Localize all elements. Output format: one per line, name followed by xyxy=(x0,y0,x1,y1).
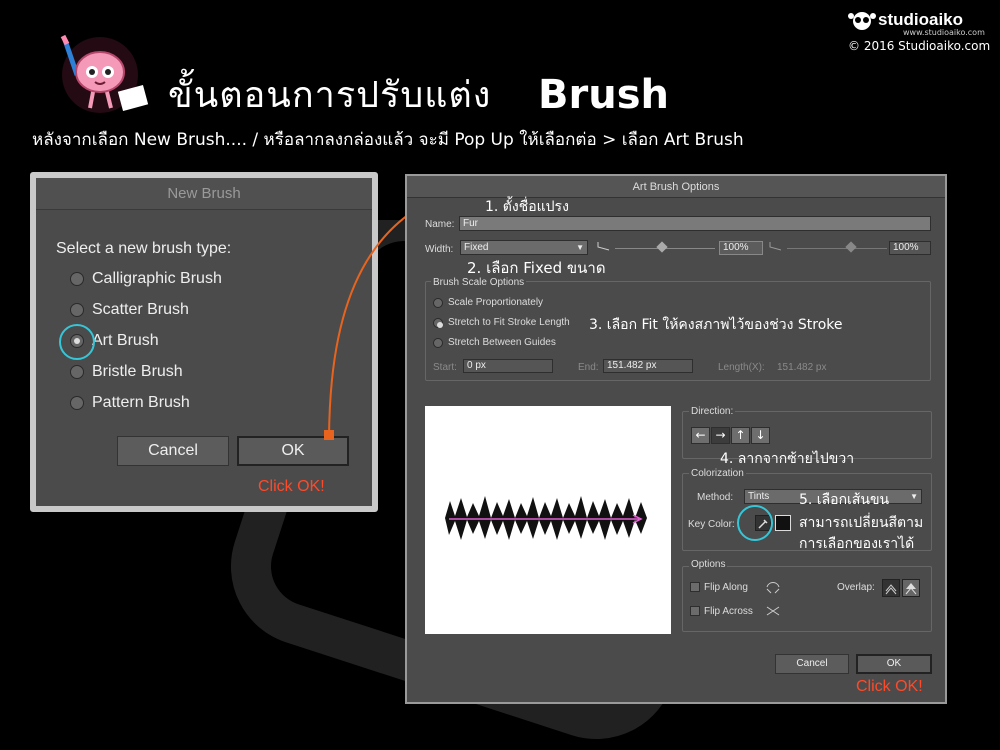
method-select-value: Tints xyxy=(748,491,770,502)
start-label: Start: xyxy=(433,362,457,373)
width-select-value: Fixed xyxy=(464,242,489,253)
overlap-icon xyxy=(905,583,917,595)
radio-label: Calligraphic Brush xyxy=(92,270,222,287)
radio-label: Stretch to Fit Stroke Length xyxy=(448,317,570,328)
highlight-circle xyxy=(737,505,773,541)
radio-label: Scatter Brush xyxy=(92,301,189,318)
flip-across-checkbox[interactable]: Flip Across xyxy=(690,606,753,617)
highlight-circle xyxy=(59,324,95,360)
skull-logo-icon xyxy=(848,12,876,30)
width-percent-input[interactable]: 100% xyxy=(719,241,763,255)
radio-calligraphic-brush[interactable]: Calligraphic Brush xyxy=(70,270,222,288)
length-label: Length(X): xyxy=(718,362,765,373)
direction-down-button[interactable]: ↓ xyxy=(751,427,770,444)
brain-mascot-icon xyxy=(60,34,149,113)
flip-across-icon xyxy=(766,606,780,616)
options-group xyxy=(682,566,932,632)
scale-proportionately-option[interactable]: Scale Proportionately xyxy=(433,297,543,308)
radio-bristle-brush[interactable]: Bristle Brush xyxy=(70,363,183,381)
annotation-step5b: สามารถเปลี่ยนสีตาม xyxy=(799,515,924,531)
options-label: Options xyxy=(689,559,728,570)
cancel-button[interactable]: Cancel xyxy=(117,436,229,466)
direction-up-button[interactable]: ↑ xyxy=(731,427,750,444)
variation-percent-input[interactable]: 100% xyxy=(889,241,931,255)
start-input[interactable]: 0 px xyxy=(463,359,553,373)
end-input[interactable]: 151.482 px xyxy=(603,359,693,373)
width-min-icon xyxy=(597,242,610,251)
logo-copyright: © 2016 Studioaiko.com xyxy=(848,39,991,53)
annotation-step3: 3. เลือก Fit ให้คงสภาพไว้ของช่วง Stroke xyxy=(589,317,843,333)
key-color-label: Key Color: xyxy=(688,519,735,530)
radio-button[interactable] xyxy=(70,365,84,379)
stretch-between-guides-option[interactable]: Stretch Between Guides xyxy=(433,337,556,348)
overlap-option-1-button[interactable] xyxy=(882,579,900,597)
chevron-down-icon: ▼ xyxy=(910,492,918,501)
radio-label: Stretch Between Guides xyxy=(448,337,556,348)
overlap-label: Overlap: xyxy=(837,582,875,593)
annotation-step1: 1. ตั้งชื่อแปรง xyxy=(485,199,569,215)
name-input[interactable]: Fur xyxy=(459,216,931,231)
width-slider-handle[interactable] xyxy=(656,241,668,253)
radio-button[interactable] xyxy=(433,337,443,348)
page-title-thai: ขั้นตอนการปรับแต่ง xyxy=(168,75,492,116)
radio-button-selected[interactable] xyxy=(433,317,443,328)
logo-url: www.studioaiko.com xyxy=(903,28,985,37)
brush-preview xyxy=(425,406,671,634)
studioaiko-logo: studioaiko www.studioaiko.com © 2016 Stu… xyxy=(848,10,993,53)
art-brush-title: Art Brush Options xyxy=(407,176,945,198)
length-value: 151.482 px xyxy=(777,362,827,373)
direction-label: Direction: xyxy=(689,406,736,417)
name-label: Name: xyxy=(425,219,455,230)
fur-brush-stroke-icon xyxy=(445,496,647,540)
radio-label: Scale Proportionately xyxy=(448,297,544,308)
width-label: Width: xyxy=(425,244,454,255)
annotation-step4: 4. ลากจากซ้ายไปขวา xyxy=(720,451,855,467)
checkbox[interactable] xyxy=(690,606,700,617)
flip-along-checkbox[interactable]: Flip Along xyxy=(690,582,748,593)
click-ok-annotation: Click OK! xyxy=(258,478,325,495)
art-brush-cancel-button[interactable]: Cancel xyxy=(775,654,849,674)
radio-button[interactable] xyxy=(433,297,443,308)
width-max-icon xyxy=(769,242,782,251)
radio-button[interactable] xyxy=(70,396,84,410)
annotation-step5: 5. เลือกเส้นขน xyxy=(799,492,890,508)
page-subtitle: หลังจากเลือก New Brush.... / หรือลากลงกล… xyxy=(32,130,744,150)
art-brush-click-ok-annotation: Click OK! xyxy=(856,678,923,695)
radio-button[interactable] xyxy=(70,303,84,317)
annotation-step5c: การเลือกของเราได้ xyxy=(799,536,915,552)
radio-label: Bristle Brush xyxy=(92,363,183,380)
flip-along-label: Flip Along xyxy=(704,582,748,593)
radio-scatter-brush[interactable]: Scatter Brush xyxy=(70,301,189,319)
art-brush-options-dialog: Art Brush Options Name: Fur Width: Fixed… xyxy=(405,174,947,704)
width-select[interactable]: Fixed ▼ xyxy=(460,240,588,255)
chevron-down-icon: ▼ xyxy=(576,243,584,252)
radio-button[interactable] xyxy=(70,272,84,286)
method-label: Method: xyxy=(697,492,734,503)
overlap-icon xyxy=(885,584,897,595)
art-brush-ok-button[interactable]: OK xyxy=(856,654,932,674)
checkbox[interactable] xyxy=(690,582,700,593)
overlap-option-2-button[interactable] xyxy=(902,579,920,597)
variation-slider-track[interactable] xyxy=(787,248,887,249)
end-label: End: xyxy=(578,362,599,373)
new-brush-prompt: Select a new brush type: xyxy=(56,240,232,257)
key-color-swatch[interactable] xyxy=(775,515,791,531)
logo-name: studioaiko xyxy=(878,10,964,29)
flip-across-label: Flip Across xyxy=(704,606,753,617)
radio-label: Pattern Brush xyxy=(92,394,190,411)
radio-pattern-brush[interactable]: Pattern Brush xyxy=(70,394,190,412)
flip-along-icon xyxy=(766,582,780,594)
direction-left-button[interactable]: ← xyxy=(691,427,710,444)
page-title-en: Brush xyxy=(538,72,669,118)
direction-right-button[interactable]: → xyxy=(711,427,730,444)
annotation-step2: 2. เลือก Fixed ขนาด xyxy=(467,259,606,277)
radio-label: Art Brush xyxy=(92,332,159,349)
stretch-to-fit-option[interactable]: Stretch to Fit Stroke Length xyxy=(433,317,570,328)
variation-slider-handle[interactable] xyxy=(845,241,857,253)
